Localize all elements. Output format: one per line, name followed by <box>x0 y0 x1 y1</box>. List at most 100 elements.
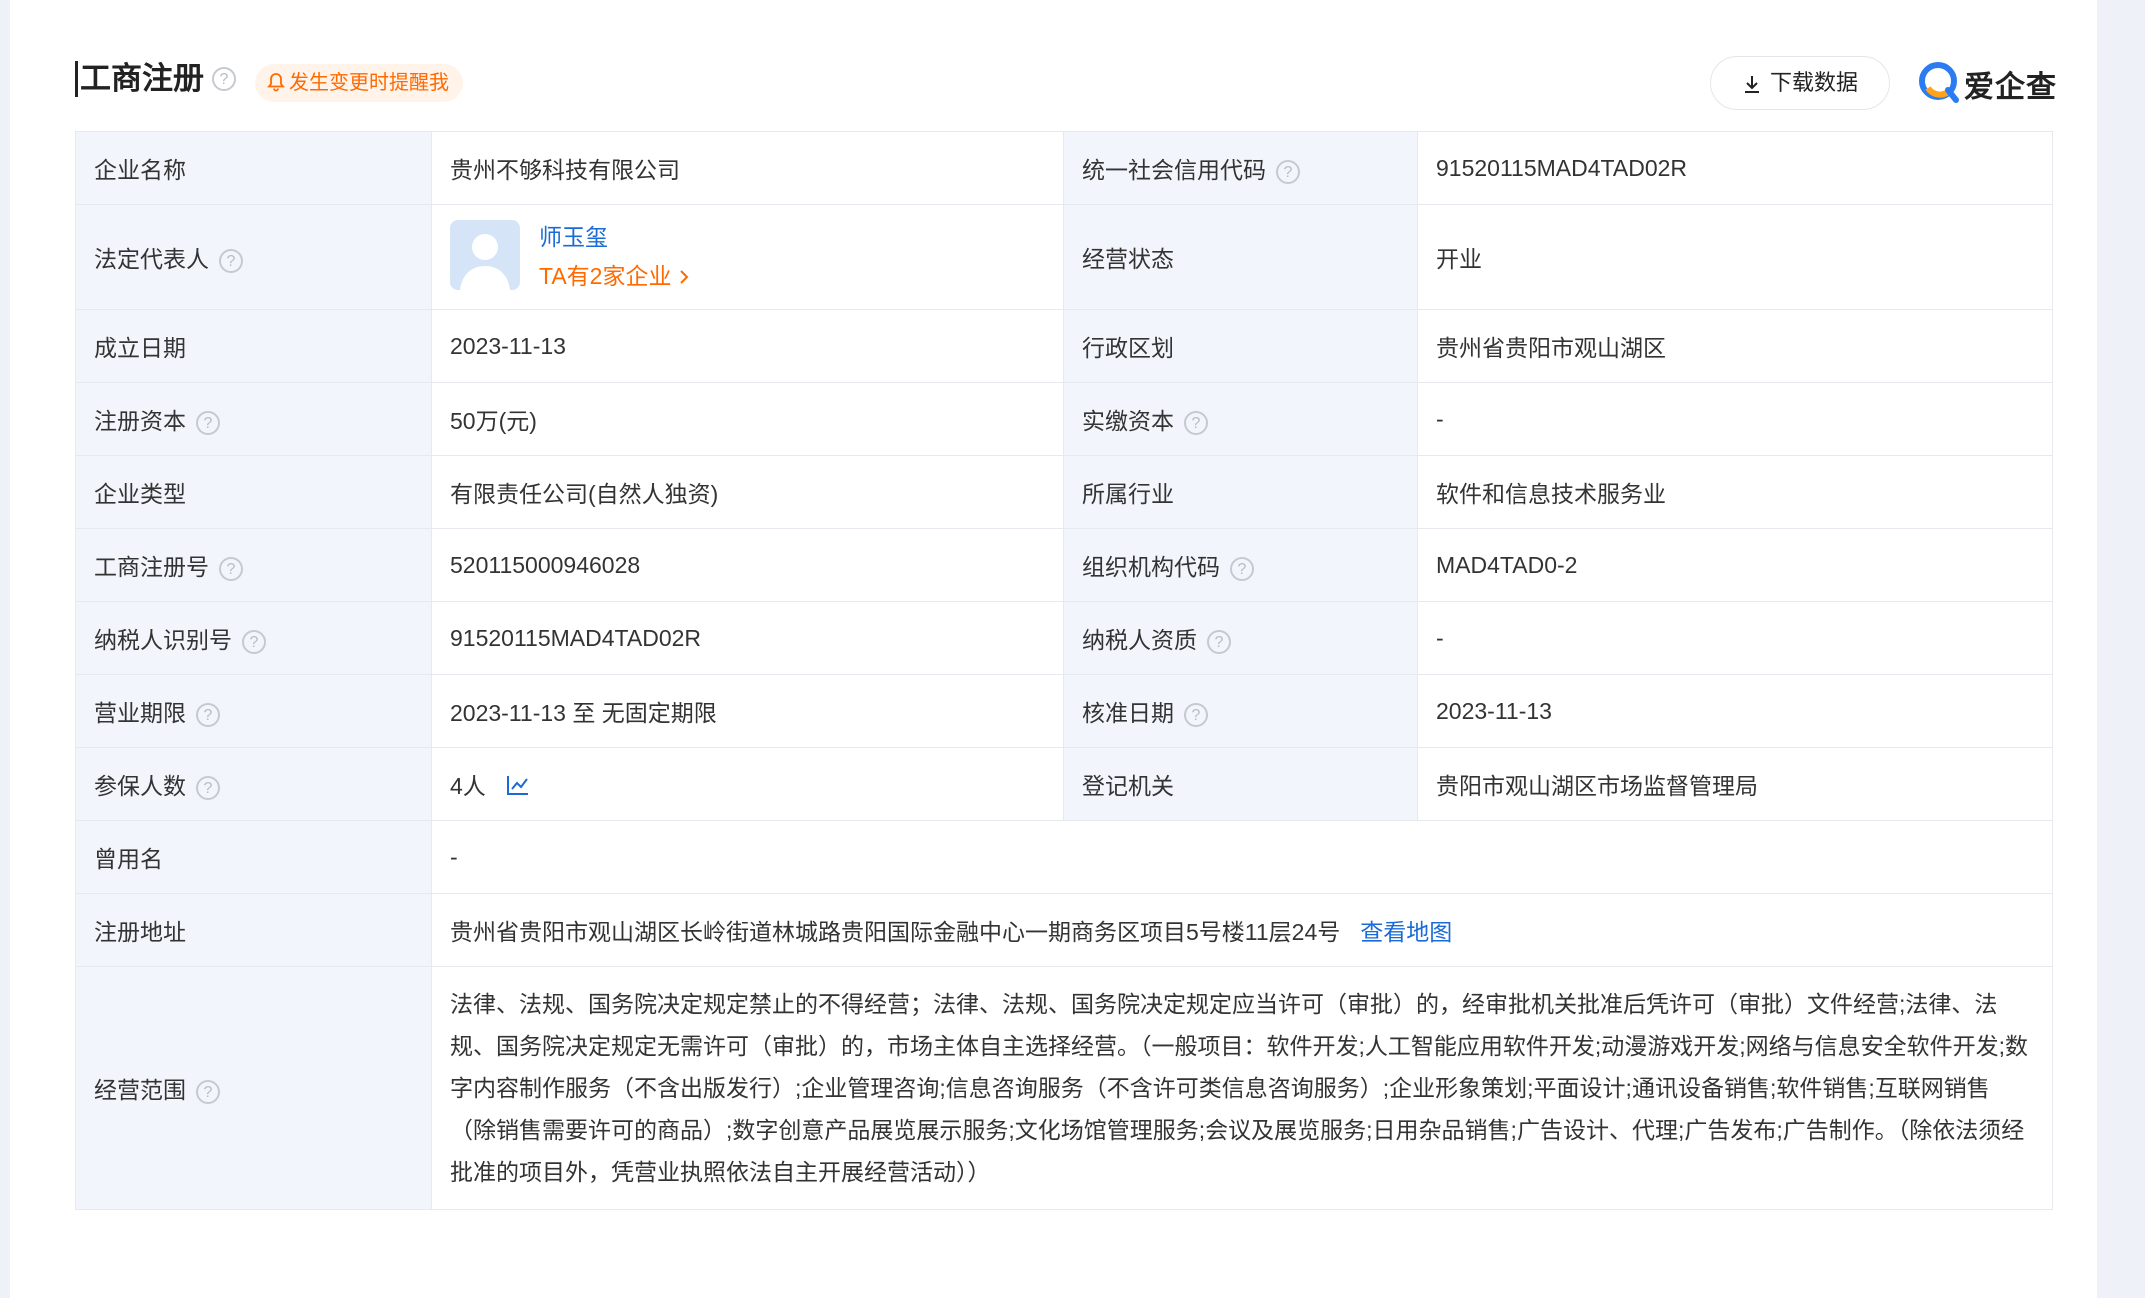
download-icon <box>1744 76 1759 93</box>
avatar[interactable] <box>450 220 520 290</box>
region-value: 贵州省贵阳市观山湖区 <box>1436 335 1666 361</box>
help-icon[interactable]: ? <box>219 248 243 273</box>
credit-code-label: 统一社会信用代码 <box>1082 157 1266 183</box>
download-data-button[interactable]: 下载数据 <box>1710 56 1890 110</box>
value-cell: 软件和信息技术服务业 <box>1417 455 2053 529</box>
help-icon[interactable]: ? <box>242 629 266 654</box>
found-date-label: 成立日期 <box>94 335 186 361</box>
registration-info-table: 企业名称 贵州不够科技有限公司 统一社会信用代码? 91520115MAD4TA… <box>75 131 2053 1210</box>
label-cell: 营业期限? <box>75 674 432 748</box>
help-icon[interactable]: ? <box>196 775 220 800</box>
status-value: 开业 <box>1436 246 1482 272</box>
table-row: 工商注册号? 520115000946028 组织机构代码? MAD4TAD0-… <box>75 528 2053 602</box>
help-icon[interactable]: ? <box>212 67 236 91</box>
table-row: 注册资本? 50万(元) 实缴资本? - <box>75 382 2053 456</box>
label-cell: 注册资本? <box>75 382 432 456</box>
label-cell: 经营状态 <box>1063 204 1418 310</box>
help-icon[interactable]: ? <box>196 702 220 727</box>
label-cell: 成立日期 <box>75 309 432 383</box>
insured-label: 参保人数 <box>94 773 186 799</box>
approve-date-value: 2023-11-13 <box>1436 697 1552 724</box>
value-cell: - <box>1417 382 2053 456</box>
former-name-label: 曾用名 <box>94 846 163 872</box>
help-icon[interactable]: ? <box>1184 702 1208 727</box>
help-icon[interactable]: ? <box>1207 629 1231 654</box>
org-code-label: 组织机构代码 <box>1082 554 1220 580</box>
reg-no-value: 520115000946028 <box>450 551 641 578</box>
table-row: 法定代表人? 师玉玺 TA有2家企业 经营状态 开业 <box>75 204 2053 310</box>
table-row: 成立日期 2023-11-13 行政区划 贵州省贵阳市观山湖区 <box>75 309 2053 383</box>
table-row: 营业期限? 2023-11-13 至 无固定期限 核准日期? 2023-11-1… <box>75 674 2053 748</box>
label-cell: 纳税人资质? <box>1063 601 1418 675</box>
company-type-label: 企业类型 <box>94 481 186 507</box>
value-cell: 贵州省贵阳市观山湖区 <box>1417 309 2053 383</box>
table-row: 企业名称 贵州不够科技有限公司 统一社会信用代码? 91520115MAD4TA… <box>75 131 2053 205</box>
legal-rep-block: 师玉玺 TA有2家企业 <box>450 205 1045 309</box>
legal-rep-label: 法定代表人 <box>94 246 209 272</box>
view-map-link[interactable]: 查看地图 <box>1360 919 1452 945</box>
value-cell: MAD4TAD0-2 <box>1417 528 2053 602</box>
table-row: 注册地址 贵州省贵阳市观山湖区长岭街道林城路贵阳国际金融中心一期商务区项目5号楼… <box>75 893 2053 967</box>
taxpayer-id-value: 91520115MAD4TAD02R <box>450 624 702 651</box>
change-reminder-label: 发生变更时提醒我 <box>289 72 449 94</box>
value-cell: 2023-11-13 <box>431 309 1064 383</box>
reg-capital-value: 50万(元) <box>450 408 537 434</box>
former-name-value: - <box>450 843 458 870</box>
legal-rep-companies-label: TA有2家企业 <box>539 263 672 289</box>
reg-no-label: 工商注册号 <box>94 554 209 580</box>
paid-capital-value: - <box>1436 405 1444 432</box>
value-cell: - <box>1417 601 2053 675</box>
label-cell: 实缴资本? <box>1063 382 1418 456</box>
label-cell: 曾用名 <box>75 820 432 894</box>
label-cell: 参保人数? <box>75 747 432 821</box>
value-cell: 91520115MAD4TAD02R <box>431 601 1064 675</box>
value-cell: 4人 <box>431 747 1064 821</box>
address-label: 注册地址 <box>94 919 186 945</box>
help-icon[interactable]: ? <box>1184 410 1208 435</box>
label-cell: 经营范围? <box>75 966 432 1210</box>
table-row: 参保人数? 4人 登记机关 贵阳市观山湖区市场监督管理局 <box>75 747 2053 821</box>
label-cell: 工商注册号? <box>75 528 432 602</box>
term-label: 营业期限 <box>94 700 186 726</box>
found-date-value: 2023-11-13 <box>450 332 566 359</box>
label-cell: 组织机构代码? <box>1063 528 1418 602</box>
section-title: 工商注册 <box>75 61 204 97</box>
company-name-value: 贵州不够科技有限公司 <box>450 157 680 183</box>
term-value: 2023-11-13 至 无固定期限 <box>450 700 717 726</box>
legal-rep-companies-link[interactable]: TA有2家企业 <box>539 257 690 291</box>
help-icon[interactable]: ? <box>196 1079 220 1104</box>
label-cell: 企业名称 <box>75 131 432 205</box>
credit-code-value: 91520115MAD4TAD02R <box>1436 154 1688 181</box>
authority-value: 贵阳市观山湖区市场监督管理局 <box>1436 773 1758 799</box>
table-row: 曾用名 - <box>75 820 2053 894</box>
label-cell: 法定代表人? <box>75 204 432 310</box>
help-icon[interactable]: ? <box>1230 556 1254 581</box>
trend-chart-icon[interactable] <box>506 774 530 796</box>
value-cell: 法律、法规、国务院决定规定禁止的不得经营；法律、法规、国务院决定规定应当许可（审… <box>431 966 2053 1210</box>
taxpayer-qual-label: 纳税人资质 <box>1082 627 1197 653</box>
label-cell: 行政区划 <box>1063 309 1418 383</box>
table-row: 纳税人识别号? 91520115MAD4TAD02R 纳税人资质? - <box>75 601 2053 675</box>
section-header: 工商注册 ? 发生变更时提醒我 下载数据 爱企查 <box>65 56 2057 112</box>
value-cell: 开业 <box>1417 204 2053 310</box>
legal-rep-name-link[interactable]: 师玉玺 <box>539 218 608 252</box>
label-cell: 统一社会信用代码? <box>1063 131 1418 205</box>
help-icon[interactable]: ? <box>219 556 243 581</box>
value-cell: 50万(元) <box>431 382 1064 456</box>
paid-capital-label: 实缴资本 <box>1082 408 1174 434</box>
logo-text: 爱企查 <box>1964 71 2057 104</box>
value-cell: 贵州不够科技有限公司 <box>431 131 1064 205</box>
help-icon[interactable]: ? <box>196 410 220 435</box>
taxpayer-qual-value: - <box>1436 624 1444 651</box>
industry-value: 软件和信息技术服务业 <box>1436 481 1666 507</box>
taxpayer-id-label: 纳税人识别号 <box>94 627 232 653</box>
value-cell: 520115000946028 <box>431 528 1064 602</box>
approve-date-label: 核准日期 <box>1082 700 1174 726</box>
help-icon[interactable]: ? <box>1276 159 1300 184</box>
download-data-label: 下载数据 <box>1769 70 1858 95</box>
region-label: 行政区划 <box>1082 335 1174 361</box>
value-cell: 师玉玺 TA有2家企业 <box>431 204 1064 310</box>
change-reminder-button[interactable]: 发生变更时提醒我 <box>255 64 463 102</box>
label-cell: 注册地址 <box>75 893 432 967</box>
value-cell: 贵州省贵阳市观山湖区长岭街道林城路贵阳国际金融中心一期商务区项目5号楼11层24… <box>431 893 2053 967</box>
